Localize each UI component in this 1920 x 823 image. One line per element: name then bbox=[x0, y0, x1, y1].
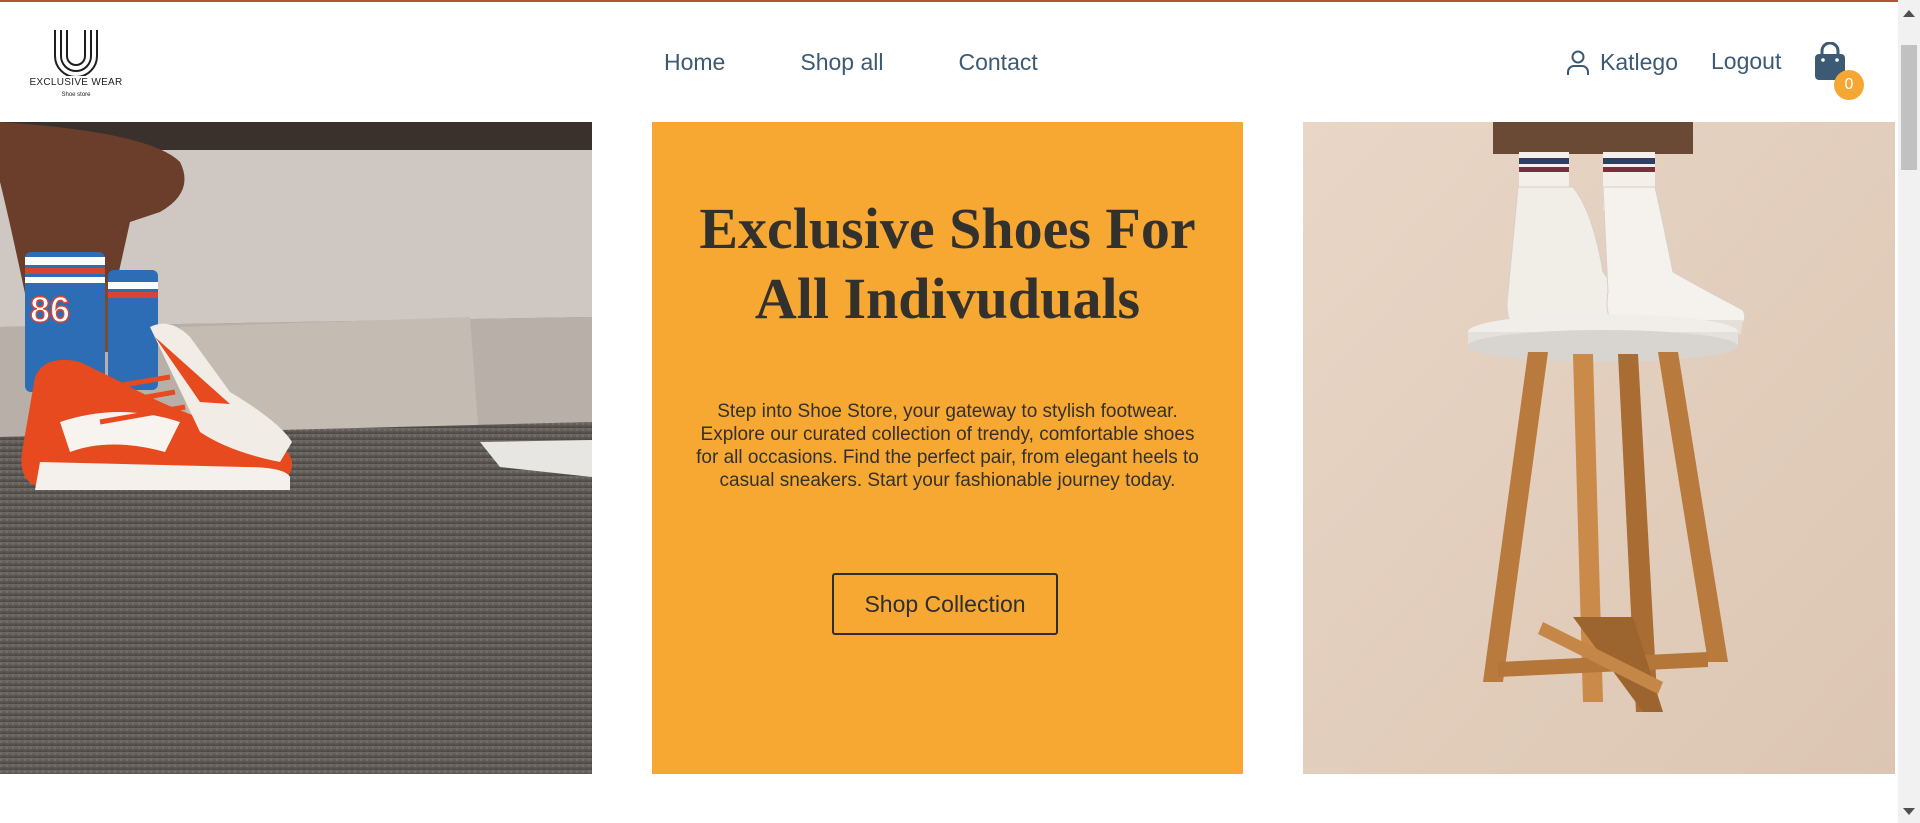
cart-button[interactable]: 0 bbox=[1812, 42, 1864, 100]
hero-description: Step into Shoe Store, your gateway to st… bbox=[696, 401, 1199, 491]
scroll-down-arrow-icon[interactable] bbox=[1903, 808, 1915, 815]
user-name: Katlego bbox=[1600, 49, 1679, 75]
brand-logo-mark bbox=[54, 30, 98, 76]
user-account-link[interactable]: Katlego bbox=[1566, 49, 1678, 76]
hero-image-left: 86 bbox=[0, 122, 592, 774]
nav-link-home[interactable]: Home bbox=[664, 49, 725, 76]
nav-link-shop-all[interactable]: Shop all bbox=[800, 49, 883, 76]
hero-title-line-1: Exclusive Shoes For bbox=[699, 196, 1196, 261]
logout-link[interactable]: Logout bbox=[1711, 48, 1781, 75]
page: EXCLUSIVE WEAR Shoe store Home Shop all … bbox=[0, 0, 1920, 823]
brand-logo[interactable]: EXCLUSIVE WEAR Shoe store bbox=[28, 26, 124, 104]
sneakers-photo-left: 86 bbox=[0, 122, 592, 774]
hero-title-line-2: All Indivuduals bbox=[754, 266, 1141, 331]
main-nav: Home Shop all Contact bbox=[664, 49, 1113, 76]
nav-link-contact[interactable]: Contact bbox=[958, 49, 1037, 76]
scroll-up-arrow-icon[interactable] bbox=[1903, 10, 1915, 17]
brand-name: EXCLUSIVE WEAR bbox=[29, 77, 123, 88]
shop-collection-button[interactable]: Shop Collection bbox=[832, 573, 1058, 635]
svg-text:86: 86 bbox=[30, 289, 70, 330]
brand-tagline: Shoe store bbox=[61, 92, 91, 98]
page-scrollbar[interactable] bbox=[1898, 0, 1920, 823]
hero-panel: Exclusive Shoes For All Indivuduals Step… bbox=[652, 122, 1243, 774]
site-header: EXCLUSIVE WEAR Shoe store Home Shop all … bbox=[0, 2, 1898, 122]
cart-count-badge: 0 bbox=[1834, 70, 1864, 100]
user-icon bbox=[1567, 50, 1589, 75]
scroll-thumb[interactable] bbox=[1901, 45, 1917, 170]
hero-image-right bbox=[1303, 122, 1895, 774]
sneakers-photo-right bbox=[1303, 122, 1895, 774]
hero-title: Exclusive Shoes For All Indivuduals bbox=[652, 194, 1243, 334]
